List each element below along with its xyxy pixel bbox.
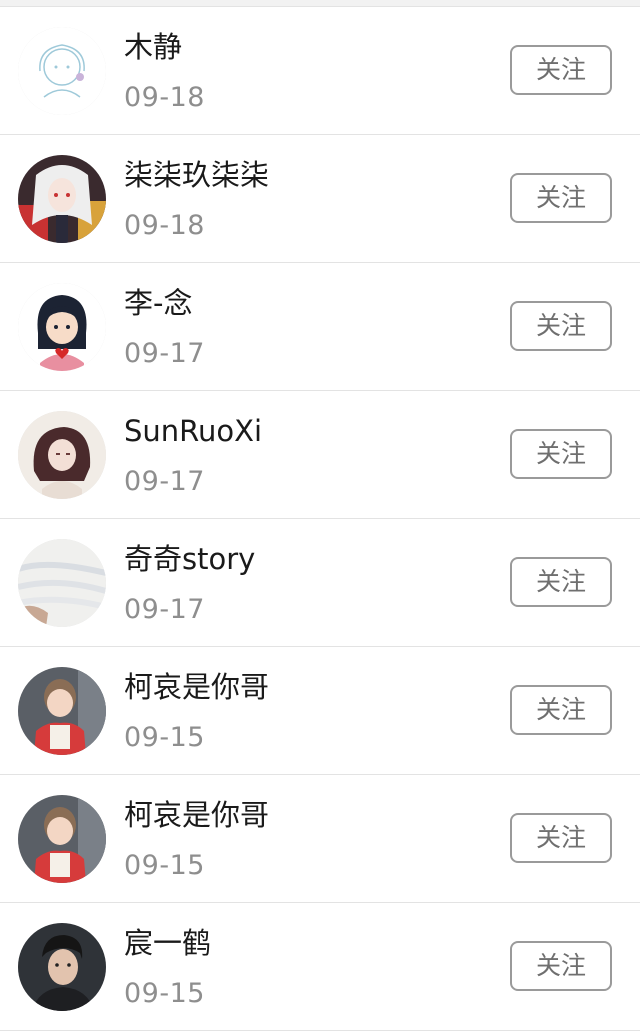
list-item[interactable]: 柯哀是你哥 09-15 关注: [0, 647, 640, 775]
child-photo-avatar-icon[interactable]: [18, 795, 106, 883]
follow-button[interactable]: 关注: [510, 301, 612, 351]
list-item[interactable]: 奇奇story 09-17 关注: [0, 519, 640, 647]
follow-button[interactable]: 关注: [510, 45, 612, 95]
user-name[interactable]: 宸一鹤: [124, 925, 211, 961]
follow-button[interactable]: 关注: [510, 941, 612, 991]
list-item[interactable]: 柒柒玖柒柒 09-18 关注: [0, 135, 640, 263]
list-item[interactable]: 宸一鹤 09-15 关注: [0, 903, 640, 1031]
follower-list: 木静 09-18 关注 柒柒玖柒柒 09-18 关注 李-念 09-17 关注 …: [0, 6, 640, 1031]
follow-button[interactable]: 关注: [510, 685, 612, 735]
follow-date: 09-18: [124, 210, 205, 241]
anime-white-hair-avatar-icon[interactable]: [18, 155, 106, 243]
follow-button[interactable]: 关注: [510, 429, 612, 479]
list-item[interactable]: 柯哀是你哥 09-15 关注: [0, 775, 640, 903]
user-name[interactable]: 木静: [124, 29, 182, 65]
user-name[interactable]: 柯哀是你哥: [124, 669, 269, 705]
follow-button[interactable]: 关注: [510, 813, 612, 863]
user-name[interactable]: SunRuoXi: [124, 413, 262, 449]
photo-fabric-avatar-icon[interactable]: [18, 539, 106, 627]
user-name[interactable]: 奇奇story: [124, 541, 255, 577]
list-item[interactable]: SunRuoXi 09-17 关注: [0, 391, 640, 519]
sketch-girl-avatar-icon[interactable]: [18, 27, 106, 115]
follow-date: 09-17: [124, 594, 205, 625]
list-item[interactable]: 李-念 09-17 关注: [0, 263, 640, 391]
follow-date: 09-18: [124, 82, 205, 113]
user-name[interactable]: 柯哀是你哥: [124, 797, 269, 833]
follow-button[interactable]: 关注: [510, 173, 612, 223]
follow-date: 09-17: [124, 338, 205, 369]
user-name[interactable]: 李-念: [124, 285, 192, 321]
cartoon-girl-heart-avatar-icon[interactable]: [18, 283, 106, 371]
follow-date: 09-17: [124, 466, 205, 497]
boy-photo-avatar-icon[interactable]: [18, 923, 106, 1011]
anime-dark-hair-avatar-icon[interactable]: [18, 411, 106, 499]
follow-date: 09-15: [124, 978, 205, 1009]
user-name[interactable]: 柒柒玖柒柒: [124, 157, 269, 193]
list-item[interactable]: 木静 09-18 关注: [0, 7, 640, 135]
follow-date: 09-15: [124, 722, 205, 753]
child-photo-avatar-icon[interactable]: [18, 667, 106, 755]
follow-button[interactable]: 关注: [510, 557, 612, 607]
follow-date: 09-15: [124, 850, 205, 881]
